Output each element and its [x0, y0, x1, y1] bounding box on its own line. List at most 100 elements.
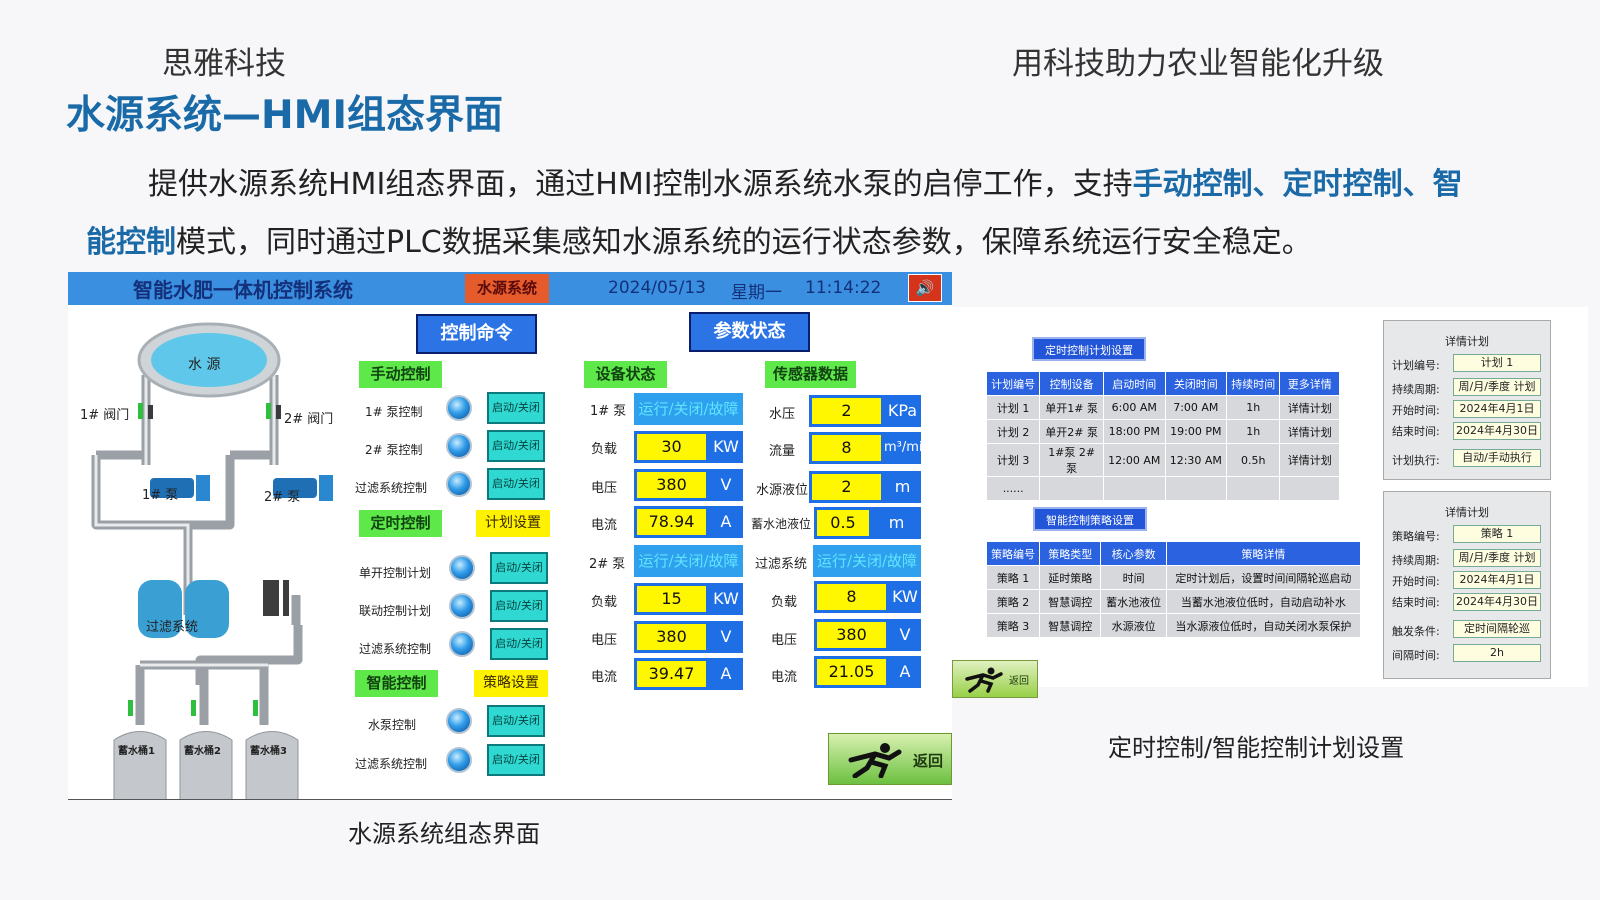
- linked-plan-button[interactable]: 启动/关闭: [490, 590, 548, 622]
- back-label: 返回: [912, 752, 943, 770]
- table-header-cell: 更多详情: [1279, 371, 1340, 396]
- timed-control-header: 定时控制: [359, 510, 442, 537]
- smart-filter-label: 过滤系统控制: [355, 757, 428, 771]
- plan-no-label: 计划编号:: [1392, 359, 1440, 372]
- speaker-icon[interactable]: 🔊: [908, 274, 942, 302]
- plan-cycle-value[interactable]: 周/月/季度 计划: [1453, 378, 1541, 396]
- pump2-cur-unit: A: [720, 664, 732, 683]
- smart-strategy-table: 策略编号 策略类型 核心参数 策略详情 策略 1 延时策略 时间 定时计划后，设置时间间隔轮…: [985, 541, 1362, 638]
- single-plan-button[interactable]: 启动/关闭: [490, 552, 548, 584]
- plan-no-value[interactable]: 计划 1: [1453, 354, 1541, 372]
- level-label: 水源液位: [756, 483, 809, 498]
- strategy-cycle-value[interactable]: 周/月/季度 计划: [1453, 549, 1541, 567]
- system-tab[interactable]: 水源系统: [465, 274, 549, 303]
- table-header-cell: 策略编号: [985, 541, 1041, 566]
- pump1-volt-unit: V: [720, 475, 732, 494]
- pump2-volt-unit: V: [720, 627, 732, 646]
- smart-strategy-header: 智能控制策略设置: [1033, 507, 1147, 531]
- smart-pump-button[interactable]: 启动/关闭: [487, 705, 545, 737]
- pump1-load-value: 30: [637, 434, 706, 460]
- table-header-cell: 启动时间: [1102, 371, 1166, 396]
- manual-control-header: 手动控制: [359, 361, 442, 388]
- smart-filter-button[interactable]: 启动/关闭: [487, 744, 545, 776]
- filter-volt-unit: V: [899, 625, 911, 644]
- device-status-header: 设备状态: [584, 361, 667, 388]
- plan-end-value[interactable]: 2024年4月30日: [1453, 422, 1541, 440]
- filter-start-stop-button[interactable]: 启动/关闭: [487, 468, 545, 500]
- pump1-start-stop-button[interactable]: 启动/关闭: [487, 392, 545, 424]
- filter-cur-unit: A: [899, 662, 911, 681]
- strategy-end-label: 结束时间:: [1392, 596, 1440, 609]
- single-plan-label: 单开控制计划: [359, 566, 432, 580]
- table-cell: [1039, 476, 1104, 501]
- pump1-label: 1# 泵: [142, 488, 179, 503]
- pump2-volt-label: 电压: [591, 633, 618, 648]
- pool-label: 蓄水池液位: [751, 517, 812, 531]
- table-cell: 定时计划后，设置时间间隔轮巡启动: [1165, 565, 1362, 590]
- strategy-interval-value[interactable]: 2h: [1453, 644, 1541, 662]
- table-cell: 计划 2: [985, 419, 1041, 444]
- pump1-load-label: 负载: [591, 442, 618, 457]
- smart-pump-label: 水泵控制: [368, 718, 417, 732]
- strategy-cycle-label: 持续周期:: [1392, 554, 1440, 567]
- pump2-cur-box: 39.47 A: [634, 658, 743, 690]
- back-button[interactable]: 返回: [828, 733, 952, 785]
- strategy-settings-button[interactable]: 策略设置: [474, 670, 548, 697]
- plan-start-value[interactable]: 2024年4月1日: [1453, 400, 1541, 418]
- pool-unit: m: [888, 513, 905, 532]
- plan-exec-value[interactable]: 自动/手动执行: [1453, 449, 1541, 467]
- date: 2024/05/13: [608, 278, 706, 298]
- table-cell: 策略 2: [985, 589, 1041, 614]
- table-row[interactable]: ......: [985, 476, 1340, 501]
- table-row[interactable]: 策略 1 延时策略 时间 定时计划后，设置时间间隔轮巡启动: [985, 565, 1362, 590]
- filter-control-label: 过滤系统控制: [355, 481, 428, 495]
- hmi-titlebar: 智能水肥一体机控制系统 水源系统 2024/05/13 星期一 11:14:22…: [68, 272, 952, 305]
- desc-text-1: 提供水源系统HMI组态界面，通过HMI控制水源系统水泵的启停工作，支持: [148, 167, 1133, 202]
- table-header-cell: 关闭时间: [1164, 371, 1228, 396]
- filter-cur-box: 21.05 A: [814, 656, 921, 688]
- strategy-start-value[interactable]: 2024年4月1日: [1453, 571, 1541, 589]
- timed-filter-light: [449, 631, 475, 657]
- filter-status-light: [446, 471, 472, 497]
- strategy-no-label: 策略编号:: [1392, 530, 1440, 543]
- pump1-status-light: [446, 395, 472, 421]
- table-row[interactable]: 策略 2 智慧调控 蓄水池液位 当蓄水池液位低时，自动启动补水: [985, 589, 1362, 614]
- table-cell: 策略 1: [985, 565, 1041, 590]
- page-title: 水源系统—HMI组态界面: [66, 93, 503, 138]
- table-cell: 智慧调控: [1039, 589, 1102, 614]
- table-row[interactable]: 计划 3 1#泵 2# 泵 12:00 AM 12:30 AM 0.5h 详情计划: [985, 443, 1340, 477]
- filter-sys-label: 过滤系统: [755, 557, 808, 572]
- strategy-no-value[interactable]: 策略 1: [1453, 525, 1541, 543]
- table-cell: 12:00 AM: [1102, 443, 1166, 477]
- plan-detail-card: 详情计划 计划编号: 计划 1 持续周期: 周/月/季度 计划 开始时间: 20…: [1383, 320, 1551, 480]
- pump2-label: 2# 泵: [264, 490, 301, 505]
- strategy-end-value[interactable]: 2024年4月30日: [1453, 593, 1541, 611]
- filter-label: 过滤系统: [146, 620, 199, 635]
- linked-plan-light: [449, 593, 475, 619]
- timed-filter-button[interactable]: 启动/关闭: [490, 628, 548, 660]
- running-man-icon-small: [965, 667, 1003, 693]
- settings-back-label: 返回: [1009, 676, 1029, 687]
- time: 11:14:22: [805, 278, 882, 298]
- filter-load-label: 负载: [771, 595, 798, 610]
- table-cell: 计划 3: [985, 443, 1041, 477]
- hmi-title: 智能水肥一体机控制系统: [133, 278, 353, 302]
- timed-plan-table: 计划编号 控制设备 启动时间 关闭时间 持续时间 更多详情 计划 1 单开1# 泵 6:00 …: [985, 371, 1340, 501]
- table-cell: [1102, 476, 1166, 501]
- plan-end-label: 结束时间:: [1392, 425, 1440, 438]
- filter-volt-label: 电压: [771, 633, 798, 648]
- plan-settings-button[interactable]: 计划设置: [476, 510, 550, 537]
- settings-back-button[interactable]: 返回: [952, 660, 1038, 698]
- table-row[interactable]: 计划 2 单开2# 泵 18:00 PM 19:00 PM 1h 详情计划: [985, 419, 1340, 444]
- plan-start-label: 开始时间:: [1392, 404, 1440, 417]
- pump1-label-param: 1# 泵: [590, 404, 627, 419]
- plan-cycle-label: 持续周期:: [1392, 383, 1440, 396]
- table-row[interactable]: 策略 3 智慧调控 水源液位 当水源液位低时，自动关闭水泵保护: [985, 613, 1362, 638]
- strategy-trigger-value[interactable]: 定时间隔轮巡: [1453, 620, 1541, 638]
- table-row[interactable]: 计划 1 单开1# 泵 6:00 AM 7:00 AM 1h 详情计划: [985, 395, 1340, 420]
- pump2-start-stop-button[interactable]: 启动/关闭: [487, 430, 545, 462]
- tank1-label: 蓄水桶1: [118, 746, 155, 757]
- pressure-box: 2 KPa: [809, 395, 921, 427]
- timed-filter-label: 过滤系统控制: [359, 642, 432, 656]
- filter-load-box: 8 KW: [814, 581, 921, 613]
